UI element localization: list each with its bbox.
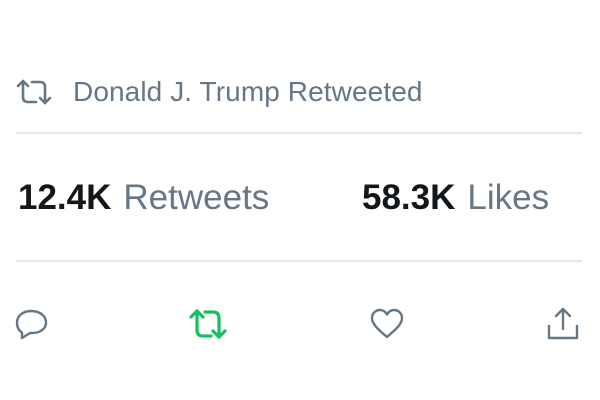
- heart-icon: [369, 307, 405, 341]
- share-icon: [545, 306, 581, 342]
- tweet-stats: 12.4K Retweets 58.3K Likes: [16, 176, 582, 220]
- divider: [16, 260, 582, 262]
- retweets-label: Retweets: [123, 178, 270, 217]
- like-button[interactable]: [367, 304, 407, 344]
- retweet-button[interactable]: [188, 304, 228, 344]
- reply-icon: [14, 307, 50, 341]
- likes-count: 58.3K: [362, 178, 456, 217]
- tweet-actions: [0, 300, 600, 344]
- share-button[interactable]: [543, 304, 583, 344]
- divider: [16, 132, 582, 134]
- likes-stat[interactable]: 58.3K Likes: [362, 176, 549, 220]
- retweeted-by-text[interactable]: Donald J. Trump Retweeted: [73, 76, 423, 108]
- likes-label: Likes: [467, 178, 550, 217]
- social-context: Donald J. Trump Retweeted: [16, 74, 423, 110]
- retweet-icon: [16, 78, 52, 106]
- retweets-count: 12.4K: [18, 178, 112, 217]
- retweets-stat[interactable]: 12.4K Retweets: [18, 176, 269, 220]
- retweet-icon: [188, 307, 228, 341]
- reply-button[interactable]: [12, 304, 52, 344]
